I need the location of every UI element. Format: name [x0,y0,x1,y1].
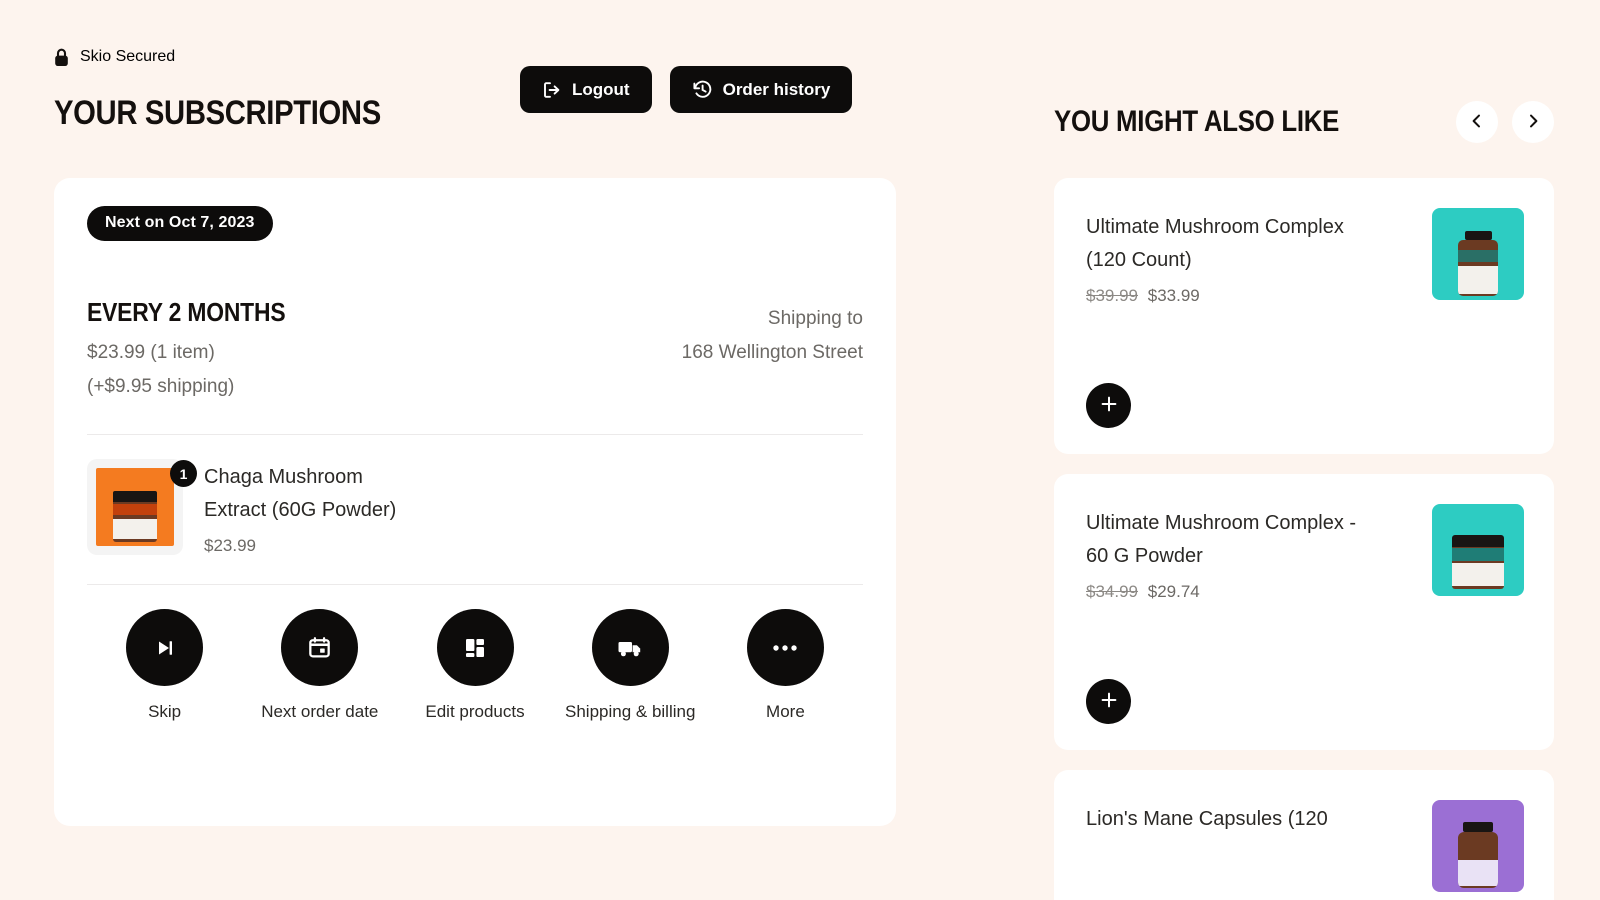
plus-icon [1100,691,1118,712]
grid-layout-icon [436,609,514,687]
recommendation-card[interactable]: Lion's Mane Capsules (120 [1054,770,1554,900]
plan-summary: Every 2 months $23.99 (1 item) (+$9.95 s… [87,297,863,403]
skip-forward-icon [126,609,204,687]
item-name: Chaga Mushroom Extract (60G Powder) [204,466,397,522]
truck-icon [591,609,669,687]
plan-price-line: $23.99 (1 item) [87,342,215,364]
action-label: Shipping & billing [565,702,696,722]
edit-products-action[interactable]: Edit products [397,609,552,722]
recommendation-name: Lion's Mane Capsules (120 [1086,808,1328,830]
plus-icon [1100,395,1118,416]
next-order-chip: Next on Oct 7, 2023 [87,206,273,241]
header-actions: Logout Order history [520,66,853,113]
recommendation-old-price: $34.99 [1086,582,1138,601]
action-label: Skip [148,702,182,722]
shipping-billing-action[interactable]: Shipping & billing [553,609,708,722]
subscription-item: 1 Chaga Mushroom Extract (60G Powder) $2… [87,435,863,556]
order-history-label: Order history [722,79,831,99]
item-info: Chaga Mushroom Extract (60G Powder) $23.… [204,459,419,556]
plan-price-lines: $23.99 (1 item) (+$9.95 shipping) [87,336,312,403]
item-thumbnail-wrap: 1 [87,459,197,556]
recommendations-header: You might also like [1054,94,1554,150]
recommendation-old-price: $39.99 [1086,286,1138,305]
recommendation-card[interactable]: Ultimate Mushroom Complex - 60 G Powder … [1054,474,1554,750]
chaga-mushroom-extract-thumbnail [87,459,183,556]
shipping-address-block: Shipping to 168 Wellington Street [682,299,863,370]
ultimate-mushroom-complex-60-g-powder-image [1432,504,1524,596]
next-order-date-action[interactable]: Next order date [242,609,397,722]
order-history-button[interactable]: Order history [669,66,853,113]
more-action[interactable]: More [708,609,863,722]
logout-button[interactable]: Logout [520,66,652,113]
divider [87,584,863,586]
logout-icon [542,80,562,100]
plan-details: Every 2 months $23.99 (1 item) (+$9.95 s… [87,297,312,403]
clock-rewind-icon [692,79,713,100]
logout-label: Logout [572,79,630,99]
subscription-actions: Skip Next order date Edit products Shipp… [87,609,863,722]
plan-frequency: Every 2 months [87,297,286,327]
plan-shipping-line: (+$9.95 shipping) [87,375,235,397]
chevron-right-icon [1525,113,1541,132]
skip-action[interactable]: Skip [87,609,242,722]
carousel-nav [1456,101,1554,143]
skio-secured-label: Skio Secured [80,48,176,65]
recommendations-list: Ultimate Mushroom Complex (120 Count) $3… [1054,178,1554,900]
recommendation-prices: $34.99 $29.74 [1086,582,1376,602]
action-label: Next order date [261,702,379,722]
action-label: More [766,702,805,722]
action-label: Edit products [425,702,525,722]
shipping-to-label: Shipping to [767,308,863,329]
item-quantity-badge: 1 [170,460,197,488]
recommendation-new-price: $33.99 [1147,286,1200,305]
carousel-next-button[interactable] [1512,101,1554,143]
add-to-subscription-button[interactable] [1086,383,1131,428]
add-to-subscription-button[interactable] [1086,679,1131,724]
chevron-left-icon [1469,113,1485,132]
lock-icon [54,48,69,67]
recommendations-title: You might also like [1054,105,1340,138]
subscription-portal-page: Skio Secured Your Subscriptions Next on … [0,0,1600,900]
recommendations-column: You might also like [1054,94,1554,900]
recommendation-card[interactable]: Ultimate Mushroom Complex (120 Count) $3… [1054,178,1554,454]
lions-mane-capsules-image [1432,800,1524,892]
subscription-card: Next on Oct 7, 2023 Every 2 months $23.9… [54,178,896,826]
recommendation-prices: $39.99 $33.99 [1086,286,1376,306]
recommendation-new-price: $29.74 [1147,582,1200,601]
calendar-icon [281,609,359,687]
shipping-address: 168 Wellington Street [681,341,863,363]
recommendation-name: Ultimate Mushroom Complex - 60 G Powder [1086,512,1357,567]
item-price: $23.99 [204,536,256,556]
recommendation-name: Ultimate Mushroom Complex (120 Count) [1086,216,1344,271]
carousel-prev-button[interactable] [1456,101,1498,143]
subscriptions-column: Skio Secured Your Subscriptions Next on … [54,44,896,826]
ultimate-mushroom-complex-120-count-image [1432,208,1524,300]
ellipsis-icon [746,609,824,687]
